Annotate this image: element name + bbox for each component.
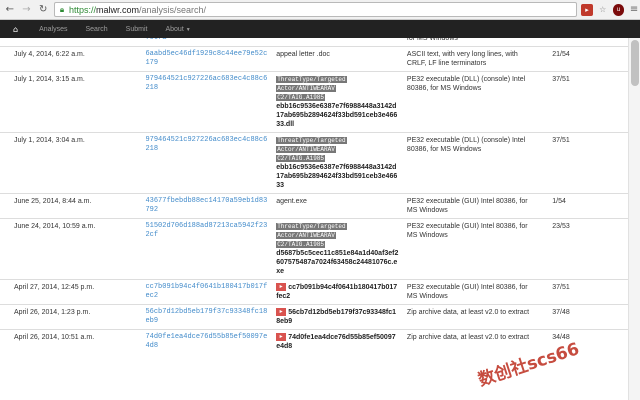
row-date: July 1, 2014, 3:04 a.m.	[0, 132, 142, 194]
row-av-score	[542, 38, 628, 47]
nav-submit[interactable]: Submit	[117, 26, 157, 33]
table-row: July 1, 2014, 3:04 a.m. 979464521c927226a…	[0, 132, 628, 194]
table-row: July 1, 2014, 3:15 a.m. 979464521c927226a…	[0, 71, 628, 133]
flag-icon: ▸	[276, 308, 287, 317]
row-date	[0, 38, 142, 47]
url-host: malwr.com	[95, 4, 139, 15]
row-file-type: PE32 executable (GUI) Intel 80386, for M…	[402, 193, 543, 219]
row-file-name: ▸ 56cb7d12bd5eb179f37c93348fc18eb9	[272, 304, 403, 330]
row-date: June 25, 2014, 8:44 a.m.	[0, 193, 142, 219]
row-av-score: 23/53	[542, 218, 628, 280]
nav-about-label: About	[165, 25, 184, 33]
caret-down-icon: ▼	[185, 26, 191, 33]
row-file-name: appeal letter .doc	[272, 46, 403, 72]
row-md5-link[interactable]: 74d0fe1ea4dce76d55b85ef50097e4d8	[141, 329, 273, 354]
row-file-name: ▸ 74d0fe1ea4dce76d55b85ef50097e4d8	[272, 329, 403, 354]
table-row: April 26, 2014, 1:23 p.m. 56cb7d12bd5eb17…	[0, 304, 628, 330]
row-file-type: PE32 executable (GUI) Intel 80386, for M…	[402, 218, 543, 280]
flag-icon: ▸	[276, 333, 287, 342]
lock-icon: 🔒︎	[59, 4, 65, 14]
table-row: April 27, 2014, 12:45 p.m. cc7b091b94c4f0…	[0, 279, 628, 305]
threat-tag[interactable]: Actor/ANTIWEARAV	[276, 146, 336, 153]
arrow-left-icon[interactable]: ←	[3, 3, 17, 17]
row-md5-link[interactable]: 51502d706d188ad87213ca5942f232cf	[141, 218, 273, 280]
table-row: June 24, 2014, 10:59 a.m. 51502d706d188ad…	[0, 218, 628, 280]
browser-menu-icon[interactable]: ≡	[628, 4, 640, 16]
nav-search[interactable]: Search	[76, 26, 116, 33]
row-file-name	[272, 38, 403, 47]
reload-icon[interactable]: ↻	[36, 3, 50, 17]
file-hash-name: ebb16c9536e6387e7f6988448a3142d17ab695b2…	[276, 103, 398, 128]
row-md5-link[interactable]: 6aabd5ec46df1929c8c44ee79e52c179	[141, 46, 273, 72]
file-hash-name: 74d0fe1ea4dce76d55b85ef50097e4d8	[276, 334, 396, 350]
table-row: July 4, 2014, 6:22 a.m. 6aabd5ec46df1929c…	[0, 46, 628, 72]
scrollbar-thumb[interactable]	[631, 40, 639, 86]
file-hash-name: cc7b091b94c4f0641b180417b017fec2	[276, 284, 398, 300]
row-md5-link[interactable]: 979464521c927226ac683ec4c88c6218	[141, 71, 273, 133]
url-path: /analysis/search/	[139, 4, 207, 15]
row-file-type: ASCII text, with very long lines, with C…	[402, 46, 543, 72]
row-date: April 26, 2014, 10:51 a.m.	[0, 329, 142, 354]
row-av-score: 1/54	[542, 193, 628, 219]
row-file-type: for MS Windows	[402, 38, 543, 47]
row-date: April 27, 2014, 12:45 p.m.	[0, 279, 142, 305]
row-file-name: ThreatType/Targeted Actor/ANTIWEARAV C2/TA…	[272, 218, 403, 280]
row-file-name: ThreatType/Targeted Actor/ANTIWEARAV C2/TA…	[272, 132, 403, 194]
threat-tag[interactable]: ThreatType/Targeted	[276, 137, 347, 144]
row-file-name: ThreatType/Targeted Actor/ANTIWEARAV C2/TA…	[272, 71, 403, 133]
threat-tag[interactable]: C2/TAIG.A1985	[276, 155, 325, 162]
row-file-name: agent.exe	[272, 193, 403, 219]
row-file-type: Zip archive data, at least v2.0 to extra…	[402, 304, 543, 330]
threat-tag[interactable]: ThreatType/Targeted	[276, 76, 347, 83]
row-md5-link[interactable]: 979464521c927226ac683ec4c88c6218	[141, 132, 273, 194]
extension-ublock-icon[interactable]: u	[612, 3, 625, 16]
table-row: fc6fa for MS Windows	[0, 38, 628, 47]
row-av-score: 37/51	[542, 71, 628, 133]
threat-tag[interactable]: C2/TAIG.A1985	[276, 94, 325, 101]
table-row: June 25, 2014, 8:44 a.m. 43677fbebdb88ec1…	[0, 193, 628, 219]
results-table: fc6fa for MS Windows July 4, 2014, 6:22 a.…	[0, 38, 628, 354]
nav-analyses[interactable]: Analyses	[30, 26, 76, 33]
row-date: April 26, 2014, 1:23 p.m.	[0, 304, 142, 330]
extension-star-icon[interactable]: ☆	[597, 4, 609, 16]
threat-tag[interactable]: Actor/ANTIWEARAV	[276, 232, 336, 239]
row-date: July 1, 2014, 3:15 a.m.	[0, 71, 142, 133]
url-scheme: https://	[68, 4, 96, 15]
arrow-right-icon[interactable]: →	[20, 3, 34, 17]
row-file-name: ▸ cc7b091b94c4f0641b180417b017fec2	[272, 279, 403, 305]
file-hash-name: 56cb7d12bd5eb179f37c93348fc18eb9	[276, 309, 396, 325]
file-extension: .dll	[283, 121, 295, 128]
row-md5-link[interactable]: fc6fa	[141, 38, 273, 47]
row-date: June 24, 2014, 10:59 a.m.	[0, 218, 142, 280]
url-text[interactable]: https://malwr.com/analysis/search/	[69, 5, 206, 15]
nav-about[interactable]: About ▼	[156, 26, 199, 33]
address-bar[interactable]: 🔒︎ https://malwr.com/analysis/search/	[53, 2, 578, 17]
row-date: July 4, 2014, 6:22 a.m.	[0, 46, 142, 72]
row-md5-link[interactable]: 43677fbebdb88ec14170a59eb1d83792	[141, 193, 273, 219]
row-md5-link[interactable]: 56cb7d12bd5eb179f37c93348fc18eb9	[141, 304, 273, 330]
row-av-score: 21/54	[542, 46, 628, 72]
row-md5-link[interactable]: cc7b091b94c4f0641b180417b017fec2	[141, 279, 273, 305]
extension-flag-icon[interactable]: ▸	[581, 3, 593, 16]
threat-tag[interactable]: ThreatType/Targeted	[276, 223, 347, 230]
file-hash-name: ebb16c9536e6387e7f6988448a3142d17ab695b2…	[276, 164, 398, 189]
row-file-type: PE32 executable (DLL) (console) Intel 80…	[402, 132, 543, 194]
row-file-type: PE32 executable (GUI) Intel 80386, for M…	[402, 279, 543, 305]
results-panel: fc6fa for MS Windows July 4, 2014, 6:22 a.…	[0, 38, 628, 400]
browser-toolbar: ← → ↻ 🔒︎ https://malwr.com/analysis/sear…	[0, 0, 640, 20]
flag-icon: ▸	[276, 283, 287, 292]
threat-tag[interactable]: C2/TAIG.A1985	[276, 241, 325, 248]
threat-tag[interactable]: Actor/ANTIWEARAV	[276, 85, 336, 92]
row-av-score: 37/51	[542, 132, 628, 194]
site-navbar: ⌂ Analyses Search Submit About ▼	[0, 20, 640, 38]
scrollbar[interactable]	[628, 38, 640, 400]
row-file-type: PE32 executable (DLL) (console) Intel 80…	[402, 71, 543, 133]
row-av-score: 37/51	[542, 279, 628, 305]
home-icon[interactable]: ⌂	[0, 25, 30, 34]
